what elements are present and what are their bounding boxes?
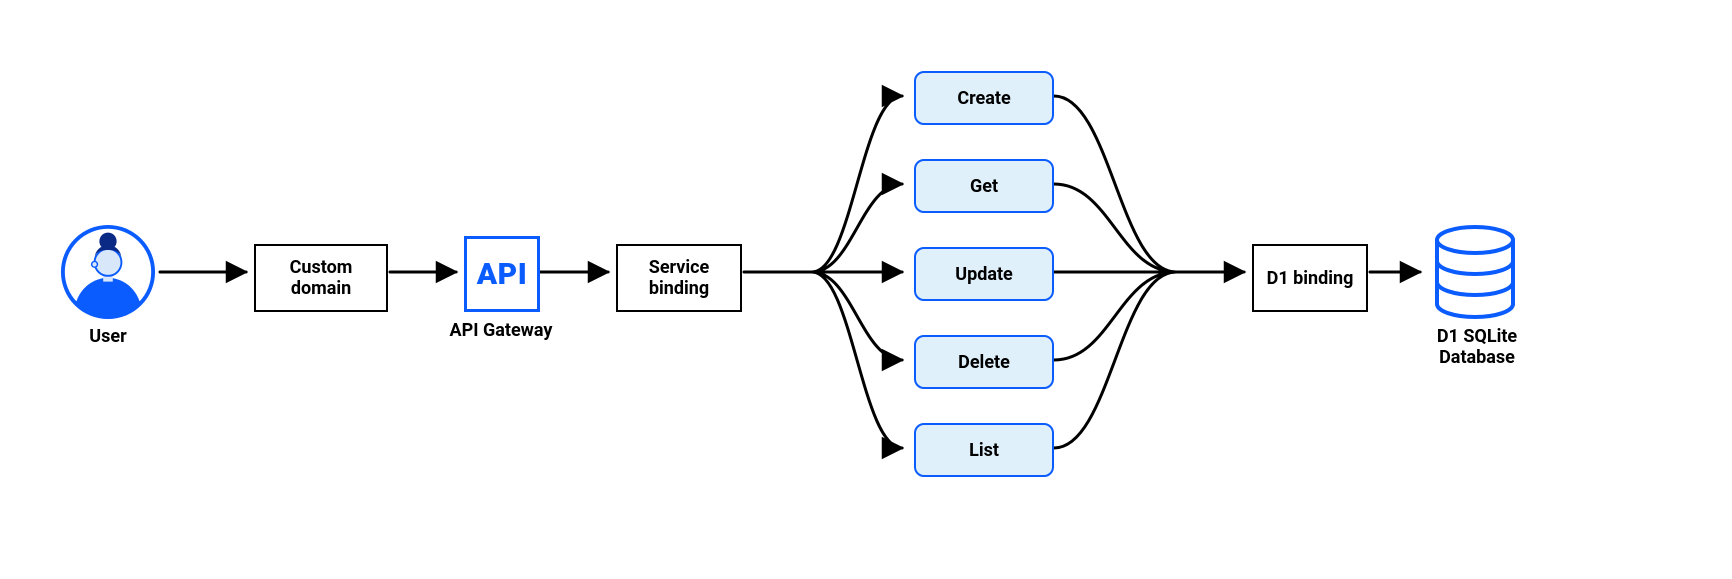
op-list: List (914, 423, 1054, 477)
d1-binding-box: D1 binding (1252, 244, 1368, 312)
op-get: Get (914, 159, 1054, 213)
op-create: Create (914, 71, 1054, 125)
user-label: User (60, 326, 156, 347)
op-update: Update (914, 247, 1054, 301)
api-gateway-box: API (464, 236, 540, 312)
architecture-diagram: User Custom domain API API Gateway Servi… (0, 0, 1732, 579)
database-icon (1430, 224, 1520, 320)
api-gateway-label: API Gateway (436, 320, 566, 341)
user-icon (60, 224, 156, 320)
op-delete: Delete (914, 335, 1054, 389)
service-binding-box: Service binding (616, 244, 742, 312)
database-label: D1 SQLite Database (1412, 326, 1542, 368)
custom-domain-box: Custom domain (254, 244, 388, 312)
